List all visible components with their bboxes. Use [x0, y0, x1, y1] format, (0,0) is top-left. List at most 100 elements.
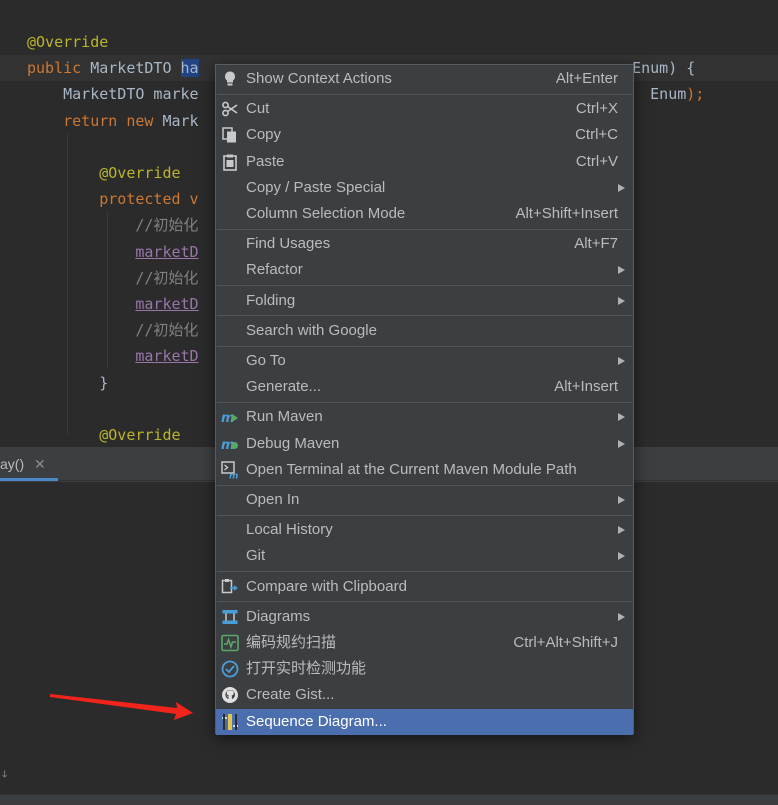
menu-item-label: Sequence Diagram... [246, 712, 387, 730]
code-token-kw: protected v [99, 190, 199, 209]
code-line: //初始化 [0, 317, 198, 343]
menu-item-paste[interactable]: Paste Ctrl+V [216, 149, 633, 175]
menu-item-label: Refactor [246, 261, 303, 279]
code-line: marketD [0, 291, 199, 317]
menu-item-shortcut: Ctrl+C [575, 126, 618, 144]
sequence-diagram-icon [221, 713, 239, 731]
menu-item-debug-maven[interactable]: m Debug Maven [216, 431, 633, 457]
submenu-arrow-icon [618, 496, 625, 504]
code-line: @Override [0, 160, 180, 186]
menu-separator [217, 601, 632, 603]
menu-separator [217, 93, 632, 95]
menu-item-open-terminal-at-the-current-maven-module-path[interactable]: m Open Terminal at the Current Maven Modu… [216, 457, 633, 483]
menu-item-diagrams[interactable]: Diagrams [216, 604, 633, 630]
code-line: return new Mark [0, 108, 199, 134]
code-token: Mark [162, 111, 199, 130]
submenu-arrow-icon [618, 439, 625, 448]
menu-item-column-selection-mode[interactable]: Column Selection Mode Alt+Shift+Insert [216, 201, 633, 227]
menu-item-cut[interactable]: Cut Ctrl+X [216, 96, 633, 122]
menu-item-copy[interactable]: Copy Ctrl+C [216, 122, 633, 148]
code-token: } [27, 373, 109, 392]
code-token-cmt: //初始化 [135, 321, 199, 340]
menu-item-label: Run Maven [246, 408, 323, 426]
menu-separator [217, 345, 632, 347]
menu-separator [217, 401, 632, 403]
menu-item-label: Copy [246, 126, 282, 144]
code-line: } [0, 370, 108, 396]
close-icon[interactable]: ✕ [34, 447, 46, 481]
code-token-kw: return new [63, 111, 163, 130]
menu-item-find-usages[interactable]: Find Usages Alt+F7 [216, 231, 633, 257]
menu-item-folding[interactable]: Folding [216, 288, 633, 314]
menu-item-label: Cut [246, 100, 270, 118]
svg-text:m: m [229, 471, 238, 479]
menu-separator [217, 484, 632, 486]
scissors-icon [221, 100, 239, 118]
menu-item-sequence-diagram[interactable]: Sequence Diagram... [216, 708, 633, 735]
menu-item-refactor[interactable]: Refactor [216, 257, 633, 283]
menu-item-item-30[interactable]: 编码规约扫描 Ctrl+Alt+Shift+J [216, 630, 633, 656]
maven-terminal-icon: m [221, 461, 239, 481]
code-line: marketD [0, 343, 199, 369]
maven-debug-icon: m [221, 435, 239, 453]
status-strip [0, 794, 778, 805]
menu-item-item-31[interactable]: 打开实时检测功能 [216, 656, 633, 682]
code-token-sel: ha [180, 59, 199, 78]
menu-item-search-with-google[interactable]: Search with Google [216, 318, 633, 344]
code-scan-icon [221, 634, 239, 652]
code-token-field: marketD [135, 295, 199, 313]
submenu-arrow-icon [618, 296, 625, 305]
menu-separator [217, 315, 632, 317]
menu-item-go-to[interactable]: Go To [216, 348, 633, 374]
menu-item-label: Show Context Actions [246, 70, 392, 87]
code-token-kw: ); [686, 85, 705, 104]
menu-item-create-gist[interactable]: Create Gist... [216, 682, 633, 708]
code-line: @Override [0, 422, 181, 447]
menu-separator [217, 514, 632, 516]
menu-item-label: Search with Google [246, 321, 377, 339]
menu-item-open-in[interactable]: Open In [216, 487, 633, 513]
copy-icon [221, 126, 239, 144]
menu-item-show-context-actions[interactable]: Show Context Actions Alt+Enter [216, 66, 633, 92]
compare-clipboard-icon [221, 578, 239, 596]
code-token: MarketDTO [90, 59, 181, 78]
menu-item-label: Local History [246, 521, 333, 539]
side-mark-icon: ↆ [2, 769, 8, 780]
tool-tab[interactable]: ay() ✕ [0, 447, 58, 481]
submenu-arrow-icon [618, 357, 625, 365]
code-token-field: marketD [135, 242, 199, 261]
context-menu: Show Context Actions Alt+Enter Cut Ctrl+X Co… [215, 64, 634, 735]
menu-item-compare-with-clipboard[interactable]: Compare with Clipboard [216, 574, 633, 600]
menu-item-label: 编码规约扫描 [246, 634, 337, 651]
menu-item-label: Paste [246, 152, 285, 170]
menu-item-label: Folding [246, 291, 296, 309]
code-token: Enum [650, 85, 687, 104]
menu-item-label: 打开实时检测功能 [246, 660, 367, 678]
menu-item-generate[interactable]: Generate... Alt+Insert [216, 374, 633, 400]
menu-item-git[interactable]: Git [216, 543, 633, 569]
menu-item-copy-paste-special[interactable]: Copy / Paste Special [216, 175, 633, 201]
menu-item-label: Go To [246, 352, 286, 369]
code-token-ann: @Override [99, 426, 181, 444]
submenu-arrow-icon [618, 413, 625, 422]
code-line: //初始化 [0, 265, 198, 291]
menu-item-run-maven[interactable]: m Run Maven [216, 404, 633, 430]
menu-item-label: Generate... [246, 378, 322, 396]
code-token-cmt: //初始化 [135, 216, 199, 235]
menu-item-shortcut: Alt+Insert [554, 378, 618, 396]
menu-item-label: Create Gist... [246, 686, 335, 704]
code-token-field: marketD [135, 347, 199, 366]
menu-item-local-history[interactable]: Local History [216, 517, 633, 543]
code-token-ann: @Override [27, 33, 109, 51]
clipboard-icon [221, 153, 239, 171]
